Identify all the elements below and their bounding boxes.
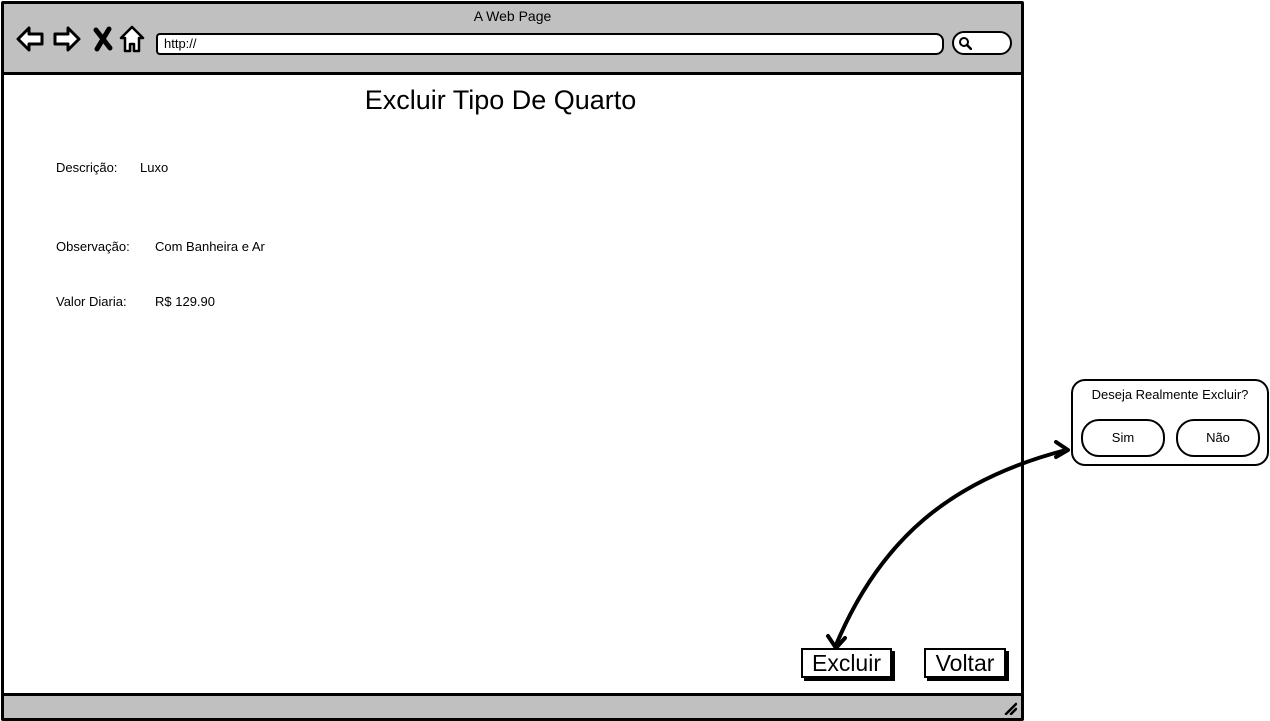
address-bar[interactable]: http:// — [156, 33, 944, 55]
page-title: Excluir Tipo De Quarto — [364, 85, 637, 115]
confirm-dialog: Deseja Realmente Excluir? Sim Não — [1071, 379, 1269, 466]
search-icon — [959, 37, 972, 50]
daily-rate-label: Valor Diaria: — [56, 294, 127, 309]
home-icon[interactable] — [117, 24, 147, 54]
window-title: A Web Page — [473, 8, 552, 24]
confirm-question: Deseja Realmente Excluir? — [1091, 387, 1249, 402]
observation-label: Observação: — [56, 239, 130, 254]
daily-rate-value: R$ 129.90 — [155, 294, 215, 309]
no-button[interactable]: Não — [1176, 419, 1260, 457]
browser-toolbar: A Web Page http:// — [4, 4, 1021, 75]
description-label: Descrição: — [56, 160, 118, 175]
page-content: Excluir Tipo De Quarto Descrição: Luxo O… — [4, 75, 1021, 692]
resize-grip-icon[interactable] — [1003, 701, 1017, 715]
observation-value: Com Banheira e Ar — [155, 239, 265, 254]
forward-arrow-icon[interactable] — [52, 24, 82, 54]
description-value: Luxo — [140, 160, 169, 175]
back-arrow-icon[interactable] — [15, 24, 45, 54]
delete-button[interactable]: Excluir — [801, 648, 892, 678]
search-field[interactable] — [952, 31, 1012, 55]
yes-button[interactable]: Sim — [1081, 419, 1165, 457]
status-bar — [4, 693, 1021, 718]
stop-icon[interactable] — [88, 24, 118, 54]
browser-window: A Web Page http:// Excluir Tipo De Quart… — [1, 1, 1024, 721]
back-button[interactable]: Voltar — [924, 648, 1006, 678]
